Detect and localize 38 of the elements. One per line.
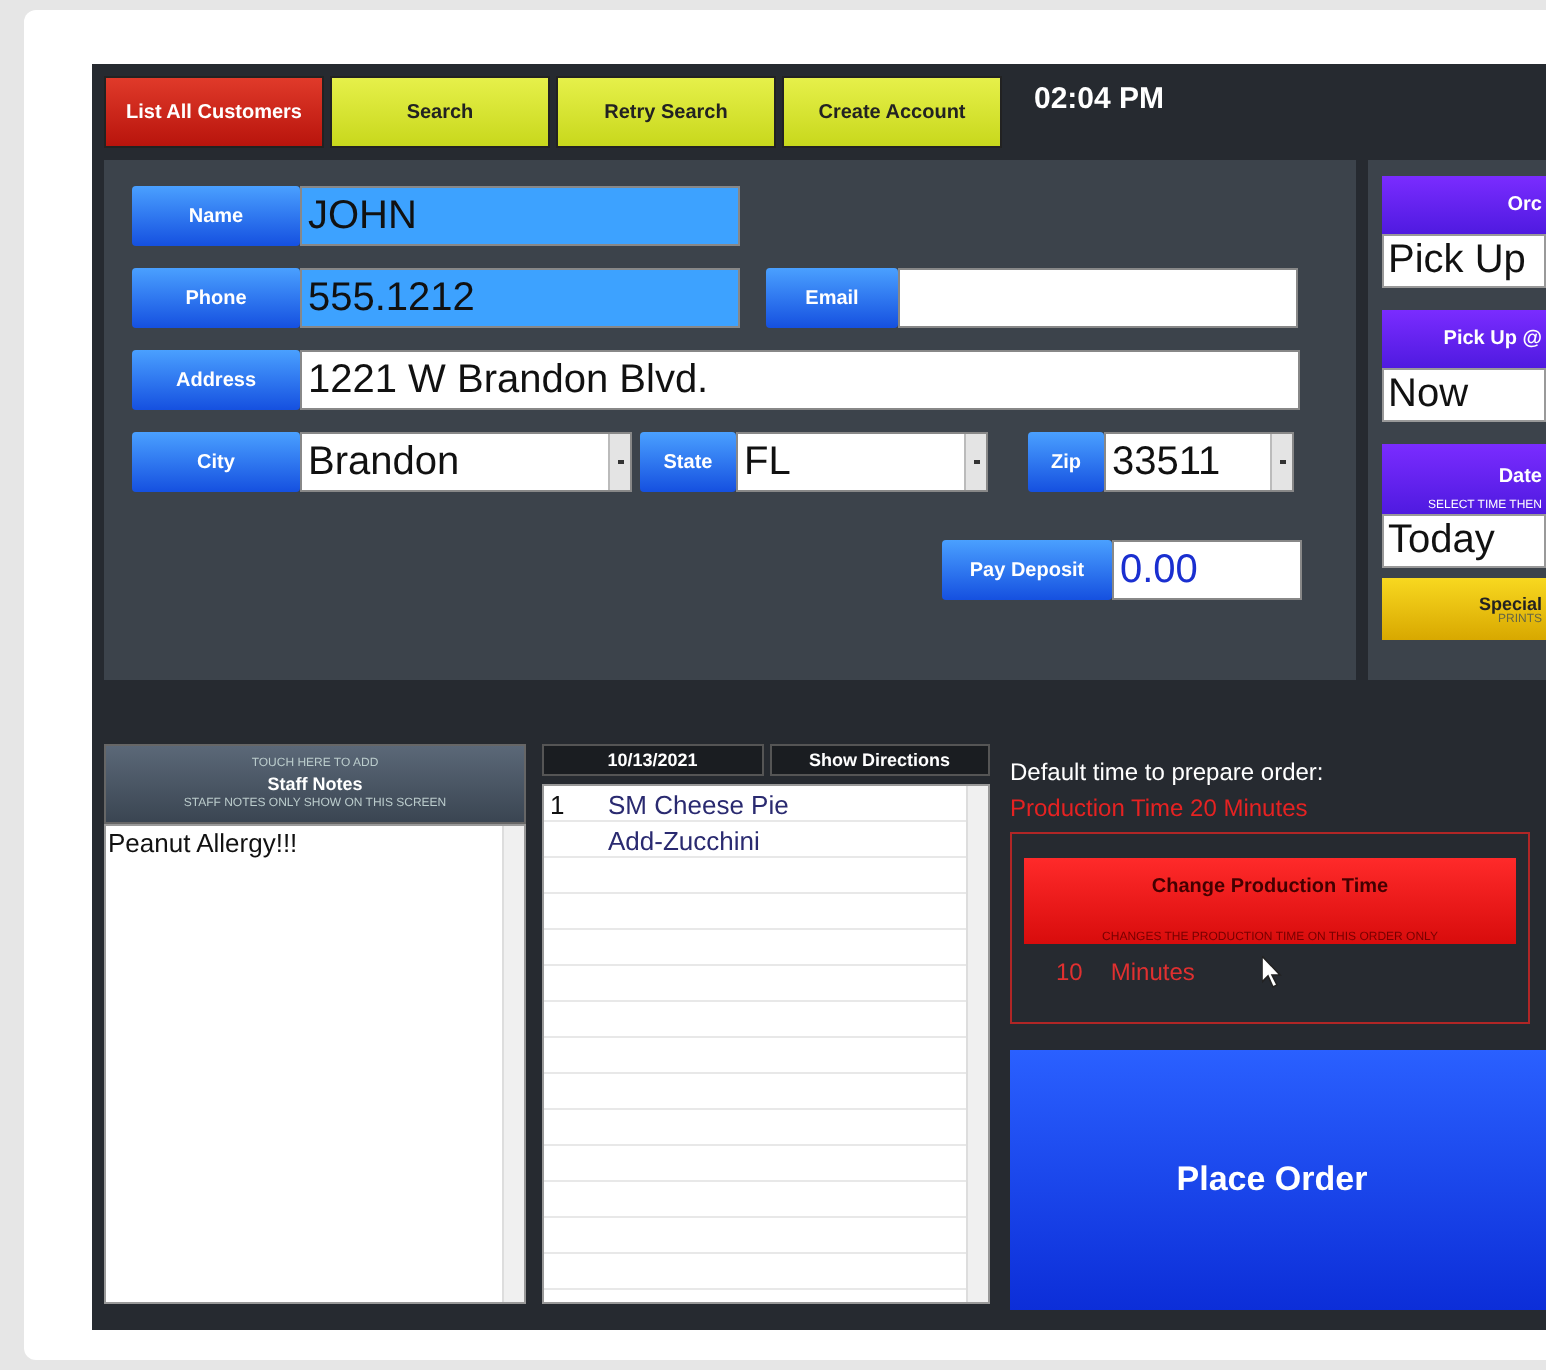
field-label-button[interactable]: State [640, 432, 736, 492]
dropdown-field[interactable]: 33511 [1104, 432, 1294, 492]
field-label-button[interactable]: City [132, 432, 300, 492]
email-field[interactable] [898, 268, 1298, 328]
option-value-field[interactable]: Now [1382, 368, 1546, 422]
toolbar-button[interactable]: Retry Search [556, 76, 776, 148]
field-label-button[interactable]: Phone [132, 268, 300, 328]
field-label-button[interactable]: Name [132, 186, 300, 246]
production-caption: Default time to prepare order: [1010, 758, 1326, 786]
order-date: 10/13/2021 [542, 744, 763, 776]
field-label-button[interactable]: Email [766, 268, 898, 328]
mouse-pointer-icon [1262, 956, 1285, 988]
default-production-time: Production Time 20 Minutes [1010, 794, 1310, 822]
order-item[interactable]: Add-Zucchini [608, 825, 760, 855]
toolbar-button[interactable]: List All Customers [104, 76, 324, 148]
item-quantity: 1 [548, 789, 567, 819]
dropdown-field[interactable]: Brandon [300, 432, 632, 492]
option-header-button[interactable]: Orc [1382, 176, 1546, 234]
phone-field[interactable]: 555.1212 [300, 268, 740, 328]
clock: 02:04 PM [1034, 82, 1165, 116]
option-value-field[interactable]: Pick Up [1382, 234, 1546, 288]
name-field[interactable]: JOHN [300, 186, 740, 246]
place-order-button[interactable]: Place Order [1010, 1050, 1546, 1310]
option-value-field[interactable]: Today [1382, 514, 1546, 568]
field-label-button[interactable]: Pay Deposit [942, 540, 1112, 600]
show-directions-button[interactable]: Show Directions [769, 744, 990, 776]
production-minutes-value: 10 [1056, 958, 1083, 986]
option-header-button[interactable]: Pick Up @ [1382, 310, 1546, 368]
deposit-field[interactable]: 0.00 [1112, 540, 1302, 600]
address-field[interactable]: 1221 W Brandon Blvd. [300, 350, 1300, 410]
minutes-unit: Minutes [1110, 958, 1195, 986]
toolbar-button[interactable]: Create Account [782, 76, 1002, 148]
scrollbar[interactable] [966, 786, 988, 1302]
toolbar-button[interactable]: Search [330, 76, 550, 148]
order-item[interactable]: SM Cheese Pie [608, 789, 789, 819]
dropdown-field[interactable]: FL [736, 432, 988, 492]
field-label-button[interactable]: Zip [1028, 432, 1104, 492]
field-label-button[interactable]: Address [132, 350, 300, 410]
